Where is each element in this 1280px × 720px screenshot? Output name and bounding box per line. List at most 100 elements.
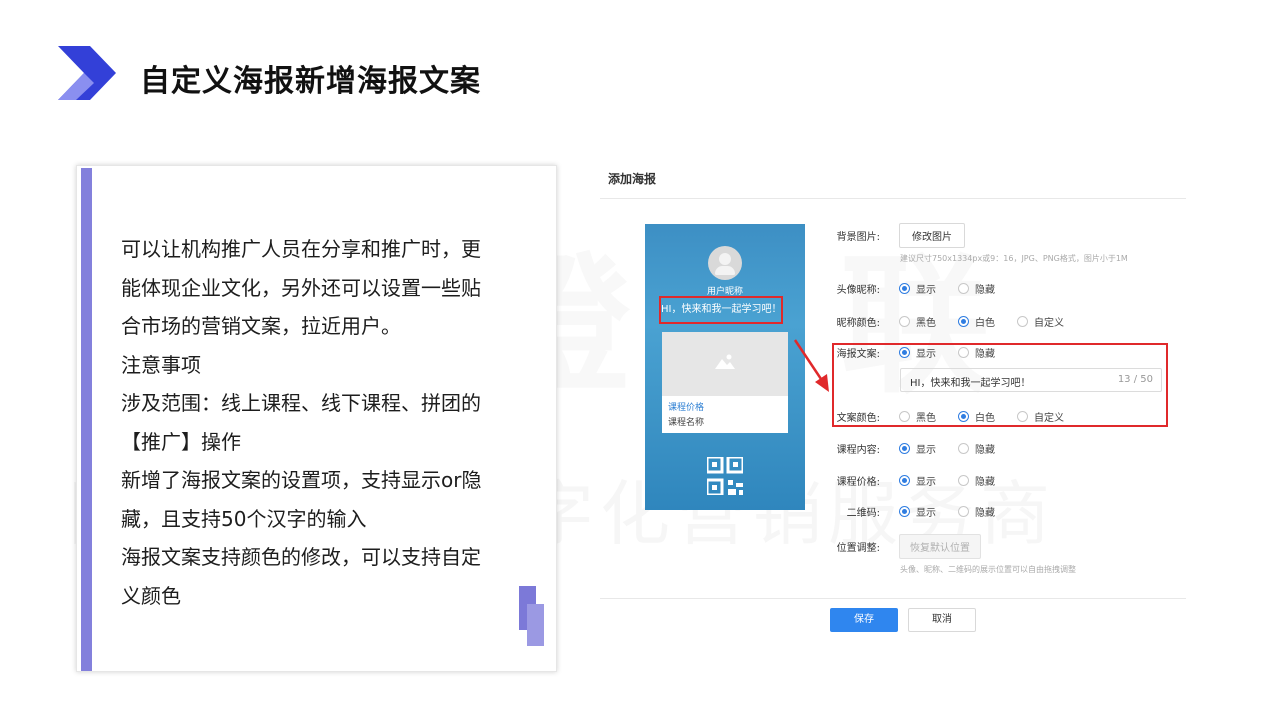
radio-dot [958, 315, 969, 327]
radio-dot [958, 410, 969, 422]
radio-custom[interactable]: 自定义 [1017, 314, 1064, 329]
page-title: 自定义海报新增海报文案 [140, 64, 481, 99]
radio-dot [958, 442, 969, 454]
radio-label: 隐藏 [975, 476, 995, 488]
poster-preview: 用户昵称 HI，快来和我一起学习吧！ 课程价格 课程名称 [645, 224, 805, 510]
course-price-row: 课程价格: 显示 隐藏 [820, 470, 1017, 490]
radio-label: 黑色 [916, 412, 936, 424]
radio-label: 隐藏 [975, 348, 995, 360]
body-line: 新增了海报文案的设置项，支持显示or隐 [121, 468, 482, 492]
reset-position-button[interactable]: 恢复默认位置 [899, 533, 981, 559]
qr-code-icon[interactable] [707, 457, 743, 495]
divider [600, 198, 1186, 199]
radio-hide[interactable]: 隐藏 [958, 281, 995, 296]
decor-block [527, 604, 544, 646]
radio-label: 白色 [975, 317, 995, 329]
field-label: 课程价格: [836, 476, 880, 488]
radio-hide[interactable]: 隐藏 [958, 504, 995, 519]
radio-dot [899, 410, 910, 422]
radio-dot [958, 282, 969, 294]
bg-image-hint: 建议尺寸750x1334px或9：16，JPG、PNG格式，图片小于1M [900, 254, 1128, 263]
radio-dot [899, 505, 910, 517]
radio-label: 黑色 [916, 317, 936, 329]
poster-copy-text[interactable]: HI，快来和我一起学习吧！ [659, 296, 783, 324]
radio-dot [958, 505, 969, 517]
chevron-logo-icon [58, 46, 116, 100]
user-icon [719, 253, 731, 265]
save-button[interactable]: 保存 [830, 608, 898, 632]
radio-black[interactable]: 黑色 [899, 409, 936, 424]
radio-dot [958, 346, 969, 358]
body-line: 注意事项 [121, 352, 201, 377]
radio-label: 显示 [916, 348, 936, 360]
field-label: 文案颜色: [836, 412, 880, 424]
avatar-nick-row: 头像昵称: 显示 隐藏 [820, 278, 1017, 298]
body-line: 合市场的营销文案，拉近用户。 [121, 314, 401, 338]
radio-show[interactable]: 显示 [899, 345, 936, 360]
course-image-placeholder [662, 332, 788, 396]
description-text: 可以让机构推广人员在分享和推广时，更 能体现企业文化，另外还可以设置一些贴 合市… [121, 230, 521, 615]
radio-label: 隐藏 [975, 284, 995, 296]
qr-code-row: 二维码: 显示 隐藏 [820, 501, 1017, 521]
poster-copy-input[interactable]: HI，快来和我一起学习吧！ 13 / 50 [900, 368, 1162, 392]
user-icon [715, 266, 735, 275]
radio-dot [899, 346, 910, 358]
radio-show[interactable]: 显示 [899, 473, 936, 488]
radio-dot [899, 442, 910, 454]
description-card: 可以让机构推广人员在分享和推广时，更 能体现企业文化，另外还可以设置一些贴 合市… [76, 165, 557, 672]
radio-dot [899, 315, 910, 327]
body-line: 可以让机构推广人员在分享和推广时，更 [121, 237, 481, 261]
body-line: 【推广】操作 [121, 429, 241, 454]
radio-custom[interactable]: 自定义 [1017, 409, 1064, 424]
radio-label: 自定义 [1034, 412, 1064, 424]
position-hint: 头像、昵称、二维码的展示位置可以自由拖拽调整 [900, 565, 1076, 574]
radio-label: 显示 [916, 284, 936, 296]
radio-show[interactable]: 显示 [899, 281, 936, 296]
radio-show[interactable]: 显示 [899, 441, 936, 456]
course-card: 课程价格 课程名称 [662, 332, 788, 433]
radio-black[interactable]: 黑色 [899, 314, 936, 329]
radio-hide[interactable]: 隐藏 [958, 345, 995, 360]
radio-label: 白色 [975, 412, 995, 424]
dialog-title: 添加海报 [608, 172, 657, 186]
course-name: 课程名称 [668, 418, 705, 428]
position-row: 位置调整: 恢复默认位置 [820, 533, 981, 559]
radio-dot [958, 474, 969, 486]
field-label: 昵称颜色: [836, 317, 880, 329]
bg-image-row: 背景图片: 修改图片 [820, 222, 965, 248]
field-label: 头像昵称: [836, 284, 880, 296]
poster-copy-row: 海报文案: 显示 隐藏 [820, 342, 1017, 362]
radio-show[interactable]: 显示 [899, 504, 936, 519]
avatar[interactable] [708, 246, 742, 280]
radio-label: 显示 [916, 476, 936, 488]
radio-hide[interactable]: 隐藏 [958, 441, 995, 456]
body-line: 能体现企业文化，另外还可以设置一些贴 [121, 275, 481, 300]
body-line: 海报文案支持颜色的修改，可以支持自定 [121, 545, 481, 569]
radio-white[interactable]: 白色 [958, 314, 995, 329]
body-line: 藏，且支持50个汉字的输入 [121, 506, 367, 531]
course-content-row: 课程内容: 显示 隐藏 [820, 438, 1017, 458]
radio-dot [1017, 315, 1028, 327]
radio-dot [1017, 410, 1028, 422]
body-line: 涉及范围：线上课程、线下课程、拼团的 [121, 391, 481, 415]
image-icon [714, 352, 736, 370]
radio-label: 自定义 [1034, 317, 1064, 329]
change-image-button[interactable]: 修改图片 [899, 222, 965, 248]
divider [600, 598, 1186, 599]
field-label: 海报文案: [836, 348, 880, 360]
radio-label: 显示 [916, 444, 936, 456]
body-line: 义颜色 [121, 583, 181, 608]
radio-hide[interactable]: 隐藏 [958, 473, 995, 488]
radio-dot [899, 474, 910, 486]
radio-white[interactable]: 白色 [958, 409, 995, 424]
course-price: 课程价格 [668, 403, 705, 413]
cancel-button[interactable]: 取消 [908, 608, 976, 632]
copy-color-row: 文案颜色: 黑色 白色 自定义 [820, 406, 1086, 426]
card-accent-bar [81, 168, 92, 671]
poster-copy-value: HI，快来和我一起学习吧！ [910, 378, 1031, 389]
char-counter: 13 / 50 [1117, 374, 1153, 385]
field-label: 背景图片: [836, 231, 880, 243]
add-poster-dialog: 添加海报 用户昵称 HI，快来和我一起学习吧！ 课程价格 课程名称 背景图片: … [600, 160, 1190, 650]
radio-label: 显示 [916, 507, 936, 519]
field-label: 二维码: [846, 507, 880, 519]
